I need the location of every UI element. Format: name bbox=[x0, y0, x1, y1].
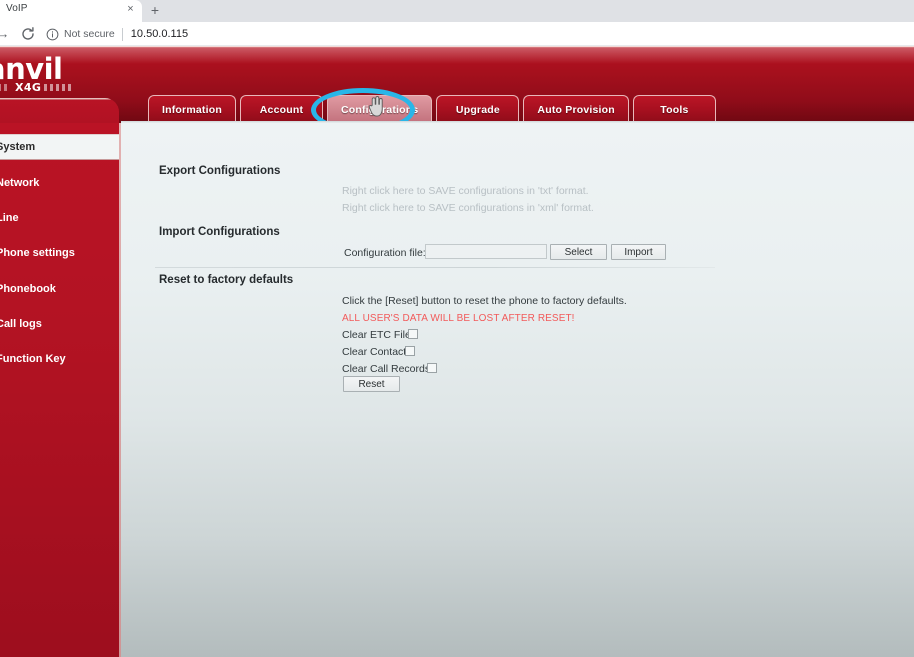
nav-tabs: Information Account Configurations Upgra… bbox=[148, 95, 716, 123]
browser-toolbar: → Not secure 10.50.0.115 bbox=[0, 22, 914, 46]
logo-bars-right bbox=[44, 84, 74, 91]
clear-call-records-checkbox[interactable] bbox=[427, 363, 437, 373]
tab-upgrade[interactable]: Upgrade bbox=[436, 95, 520, 123]
sidebar-item-phonebook[interactable]: Phonebook bbox=[0, 276, 119, 302]
sidebar-item-phone-settings-label: Phone settings bbox=[0, 247, 75, 259]
export-xml-link[interactable]: Right click here to SAVE configurations … bbox=[342, 202, 594, 214]
reload-icon[interactable] bbox=[20, 26, 36, 42]
tab-configurations-label: Configurations bbox=[340, 103, 419, 116]
tab-auto-provision-label: Auto Provision bbox=[537, 103, 615, 116]
configuration-file-input[interactable] bbox=[425, 244, 547, 259]
sidebar-item-function-key[interactable]: Function Key bbox=[0, 346, 119, 372]
import-button[interactable]: Import bbox=[611, 244, 666, 260]
sidebar-item-phone-settings[interactable]: Phone settings bbox=[0, 240, 119, 266]
tab-information[interactable]: Information bbox=[148, 95, 236, 123]
not-secure-info-icon bbox=[46, 28, 59, 41]
address-bar[interactable]: Not secure 10.50.0.115 bbox=[46, 22, 906, 46]
sidebar-item-line-label: Line bbox=[0, 212, 19, 224]
tab-tools-label: Tools bbox=[660, 103, 689, 116]
tab-account[interactable]: Account bbox=[239, 95, 323, 123]
clear-contact-checkbox[interactable] bbox=[405, 346, 415, 356]
url-text: 10.50.0.115 bbox=[130, 28, 189, 40]
forward-arrow-icon[interactable]: → bbox=[0, 26, 12, 42]
export-txt-link[interactable]: Right click here to SAVE configurations … bbox=[342, 185, 589, 197]
export-configurations-title: Export Configurations bbox=[159, 165, 281, 177]
reset-button[interactable]: Reset bbox=[343, 376, 400, 392]
sidebar-item-call-logs-label: Call logs bbox=[0, 318, 42, 330]
tab-tools[interactable]: Tools bbox=[632, 95, 716, 123]
reset-warning-text: ALL USER'S DATA WILL BE LOST AFTER RESET… bbox=[342, 313, 575, 324]
sidebar-item-network[interactable]: Network bbox=[0, 170, 119, 196]
sidebar-item-line[interactable]: Line bbox=[0, 205, 119, 231]
clear-contact-label: Clear Contact bbox=[342, 346, 407, 358]
browser-tab-strip: VoIP × + bbox=[0, 0, 914, 22]
reset-instruction-text: Click the [Reset] button to reset the ph… bbox=[342, 295, 627, 307]
brand-logo: anvil X4G bbox=[0, 54, 106, 98]
clear-etc-file-checkbox[interactable] bbox=[408, 329, 418, 339]
security-status-label: Not secure bbox=[64, 28, 115, 40]
new-tab-icon[interactable]: + bbox=[147, 3, 163, 19]
tab-upgrade-label: Upgrade bbox=[455, 103, 500, 116]
tab-account-label: Account bbox=[259, 103, 304, 116]
clear-etc-file-label: Clear ETC File bbox=[342, 329, 411, 341]
tab-configurations[interactable]: Configurations bbox=[326, 95, 433, 123]
browser-tab-title: VoIP bbox=[6, 3, 28, 14]
clear-call-records-label: Clear Call Records bbox=[342, 363, 431, 375]
select-button[interactable]: Select bbox=[550, 244, 607, 260]
sidebar-item-network-label: Network bbox=[0, 177, 40, 189]
sidebar-item-function-key-label: Function Key bbox=[0, 353, 66, 365]
brand-name: anvil bbox=[0, 52, 63, 86]
browser-tab[interactable]: VoIP bbox=[0, 0, 142, 22]
sidebar-item-call-logs[interactable]: Call logs bbox=[0, 311, 119, 337]
reset-to-factory-defaults-title: Reset to factory defaults bbox=[159, 274, 294, 286]
sidebar-item-phonebook-label: Phonebook bbox=[0, 283, 56, 295]
sidebar-item-system-label: System bbox=[0, 141, 36, 153]
tab-information-label: Information bbox=[162, 103, 222, 116]
content-panel: Export Configurations Right click here t… bbox=[121, 123, 914, 657]
sidebar-item-system[interactable]: System bbox=[0, 134, 119, 160]
section-divider bbox=[155, 267, 715, 268]
header-sheen bbox=[0, 48, 914, 64]
configuration-file-label: Configuration file: bbox=[344, 247, 426, 259]
app-root: VoIP × + → Not secure 10.50.0.115 nvil X… bbox=[0, 0, 914, 657]
import-configurations-title: Import Configurations bbox=[159, 226, 280, 238]
sidebar bbox=[0, 123, 119, 657]
close-icon[interactable]: × bbox=[124, 3, 137, 16]
omnibox-divider bbox=[121, 27, 123, 41]
brand-model: X4G bbox=[15, 81, 42, 94]
tab-auto-provision[interactable]: Auto Provision bbox=[523, 95, 629, 123]
